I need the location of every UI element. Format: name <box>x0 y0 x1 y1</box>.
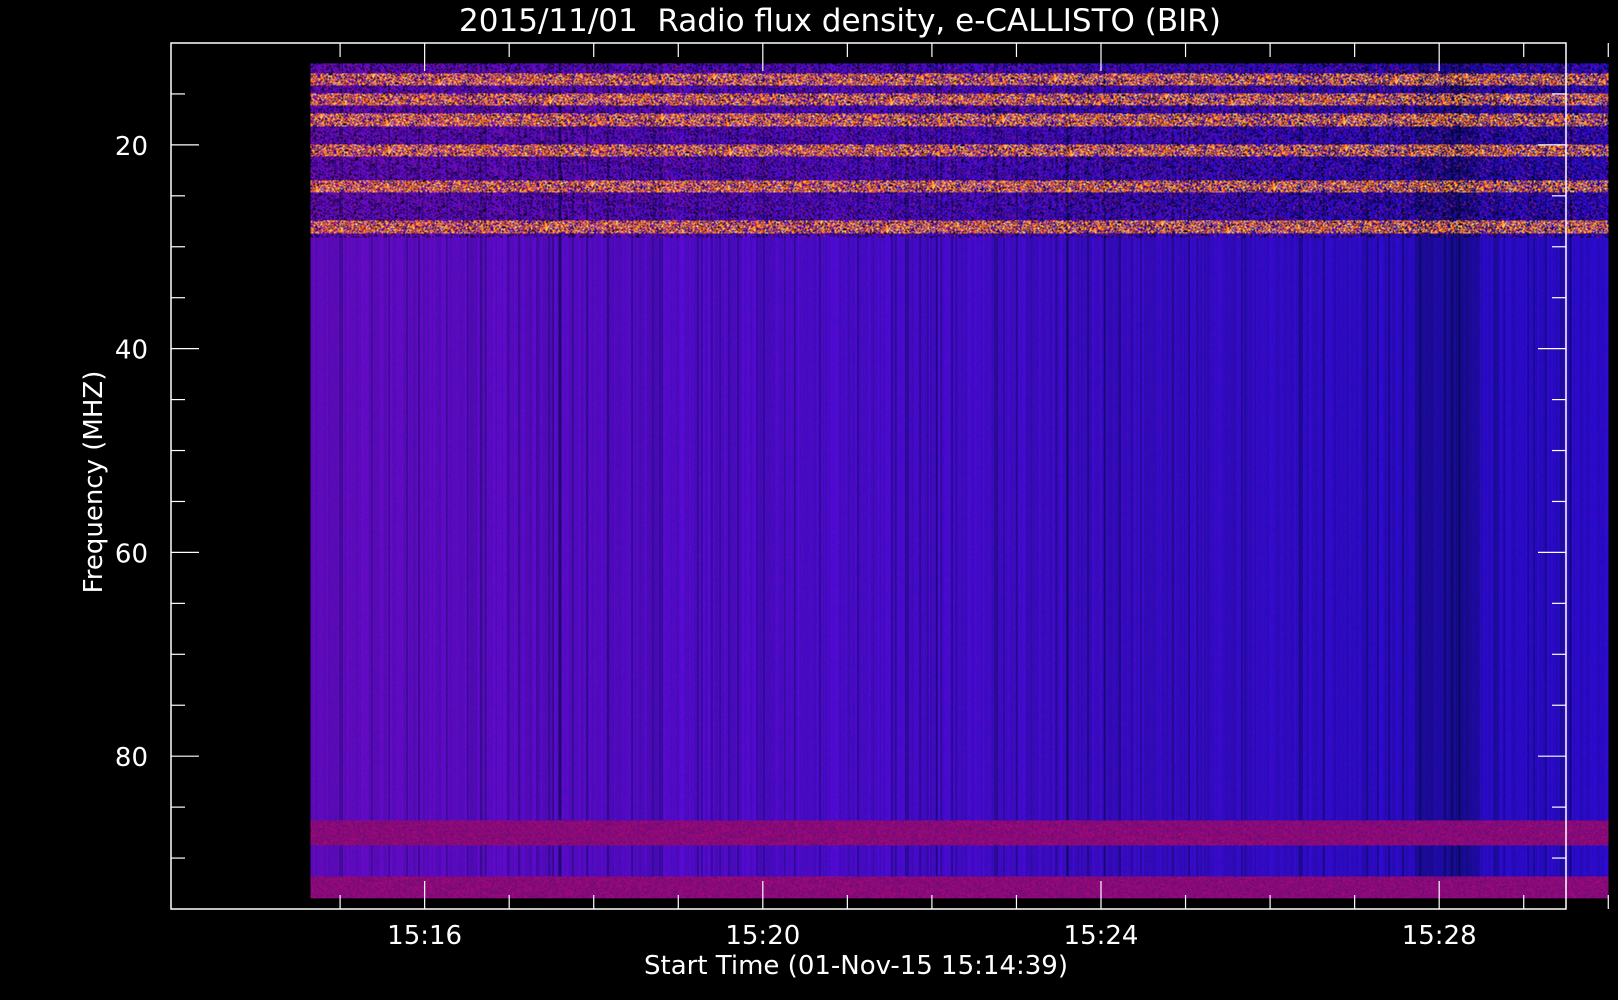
spectrogram-raster <box>310 63 1609 899</box>
y-tick-label: 60 <box>115 539 148 569</box>
x-tick-label: 15:16 <box>387 921 462 951</box>
spectrogram-chart: 2015/11/01 Radio flux density, e-CALLIST… <box>0 0 1618 1000</box>
x-tick-label: 15:24 <box>1064 921 1139 951</box>
y-tick-label: 20 <box>115 132 148 162</box>
y-tick-label: 40 <box>115 336 148 366</box>
y-axis-label: Frequency (MHZ) <box>79 371 109 594</box>
x-tick-label: 15:28 <box>1402 921 1477 951</box>
y-tick-label: 80 <box>115 743 148 773</box>
chart-title: 2015/11/01 Radio flux density, e-CALLIST… <box>459 3 1221 39</box>
x-axis-label: Start Time (01-Nov-15 15:14:39) <box>644 951 1068 981</box>
spectrogram-image <box>310 63 1609 899</box>
x-tick-label: 15:20 <box>725 921 800 951</box>
